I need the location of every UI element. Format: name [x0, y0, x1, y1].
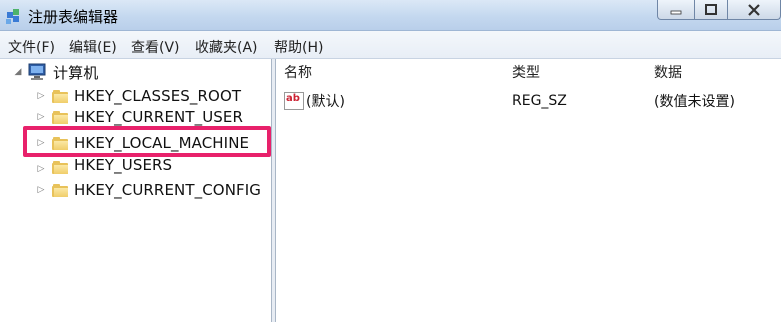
- computer-icon: [28, 63, 46, 80]
- value-name: (默认): [306, 94, 345, 110]
- title-bar: 注册表编辑器: [0, 0, 781, 31]
- menu-file[interactable]: 文件(F): [8, 37, 55, 57]
- window-title: 注册表编辑器: [28, 8, 119, 26]
- maximize-button[interactable]: [694, 0, 728, 20]
- menu-bar: 文件(F) 编辑(E) 查看(V) 收藏夹(A) 帮助(H): [0, 31, 781, 59]
- menu-view[interactable]: 查看(V): [131, 37, 180, 57]
- collapse-arrow-icon[interactable]: ◢: [13, 67, 23, 77]
- menu-help[interactable]: 帮助(H): [274, 37, 323, 57]
- menu-favorites[interactable]: 收藏夹(A): [195, 37, 258, 57]
- value-type-cell: REG_SZ: [512, 90, 567, 112]
- value-type: REG_SZ: [512, 93, 567, 109]
- menu-edit[interactable]: 编辑(E): [69, 37, 117, 57]
- close-icon: [748, 3, 760, 16]
- close-button[interactable]: [727, 0, 781, 20]
- ab-string-icon: ab: [284, 92, 304, 110]
- tree-node-hkcr[interactable]: ▷ HKEY_CLASSES_ROOT: [36, 85, 242, 107]
- registry-tree[interactable]: ◢ 计算机 ▷ HKEY_CLASSES_ROOT ▷ HKEY_CURRENT…: [0, 59, 272, 322]
- values-list[interactable]: 名称 类型 数据 ab (默认) REG_SZ (数值未设置): [276, 59, 781, 322]
- folder-icon: [52, 110, 68, 124]
- column-header-name[interactable]: 名称: [284, 59, 312, 85]
- list-row[interactable]: ab (默认): [284, 90, 345, 112]
- column-header-type[interactable]: 类型: [512, 59, 540, 85]
- tree-node-computer[interactable]: ◢ 计算机: [13, 61, 98, 83]
- folder-icon: [52, 161, 68, 174]
- expand-arrow-icon[interactable]: ▷: [36, 185, 46, 195]
- column-header-data[interactable]: 数据: [654, 59, 682, 85]
- maximize-icon: [705, 3, 717, 15]
- folder-icon: [52, 183, 68, 197]
- tree-node-label: HKEY_CURRENT_USER: [74, 108, 244, 126]
- tree-node-label: HKEY_CURRENT_CONFIG: [74, 181, 261, 199]
- tree-node-hku[interactable]: ▷ HKEY_USERS: [36, 156, 172, 174]
- highlight-box: [23, 126, 271, 157]
- expand-arrow-icon[interactable]: ▷: [36, 112, 46, 122]
- tree-node-label: HKEY_USERS: [74, 156, 173, 174]
- tree-node-label: HKEY_CLASSES_ROOT: [74, 87, 242, 105]
- expand-arrow-icon[interactable]: ▷: [36, 164, 46, 174]
- tree-node-hkcu[interactable]: ▷ HKEY_CURRENT_USER: [36, 108, 243, 126]
- regedit-icon: [6, 9, 19, 24]
- tree-root-label: 计算机: [53, 63, 99, 82]
- folder-icon: [52, 89, 68, 103]
- value-data: (数值未设置): [654, 94, 735, 110]
- value-data-cell: (数值未设置): [654, 90, 735, 112]
- minimize-icon: [670, 10, 682, 14]
- expand-arrow-icon[interactable]: ▷: [36, 91, 46, 101]
- tree-node-hkcc[interactable]: ▷ HKEY_CURRENT_CONFIG: [36, 179, 261, 201]
- minimize-button[interactable]: [657, 0, 695, 20]
